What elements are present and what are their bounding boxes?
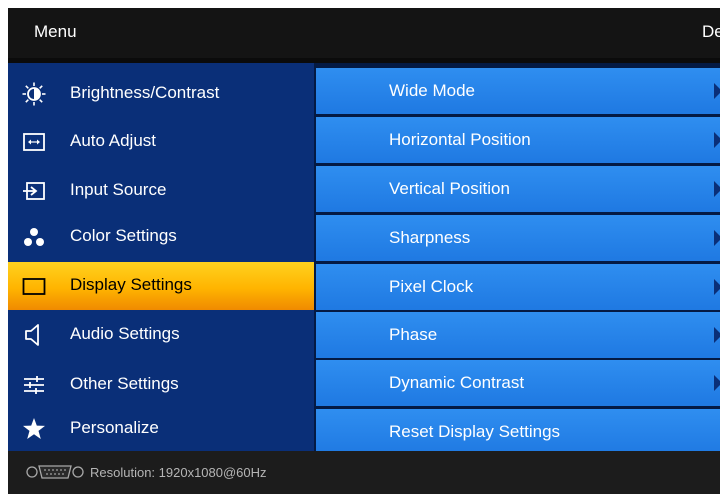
submenu-item-pixel-clock[interactable]: Pixel Clock [316, 264, 720, 310]
title-right-text: De [702, 22, 720, 41]
submenu-item-label: Dynamic Contrast [389, 373, 525, 392]
auto-adjust-icon [23, 133, 45, 151]
submenu-item-label: Phase [389, 325, 438, 344]
osd-menu: Menu De Brightness/Contrast Auto Adjust … [8, 8, 720, 494]
arrow-right-icon [714, 279, 720, 295]
submenu-item-phase[interactable]: Phase [316, 312, 720, 358]
menu-item-label: Auto Adjust [70, 131, 157, 150]
menu-item-label: Other Settings [70, 374, 179, 393]
submenu-item-dynamic-contrast[interactable]: Dynamic Contrast [316, 360, 720, 406]
submenu-item-label: Pixel Clock [389, 277, 474, 296]
arrow-right-icon [714, 83, 720, 99]
title-bar: Menu De [8, 8, 720, 58]
speaker-icon [25, 324, 39, 346]
submenu-item-vertical-position[interactable]: Vertical Position [316, 166, 720, 212]
menu-item-label: Audio Settings [70, 324, 180, 343]
menu-item-other-settings[interactable]: Other Settings [8, 361, 314, 409]
submenu-item-label: Vertical Position [389, 179, 510, 198]
arrow-right-icon [714, 230, 720, 246]
submenu-item-reset-display-settings[interactable]: Reset Display Settings [316, 409, 720, 455]
arrow-right-icon [714, 375, 720, 391]
menu-item-label: Personalize [70, 418, 159, 437]
resolution-text: Resolution: 1920x1080@60Hz [90, 465, 267, 480]
submenu-item-label: Sharpness [389, 228, 471, 247]
submenu-item-label: Reset Display Settings [389, 422, 561, 441]
submenu-item-label: Wide Mode [389, 81, 475, 100]
vga-connector-icon [26, 465, 84, 479]
submenu-item-horizontal-position[interactable]: Horizontal Position [316, 117, 720, 163]
menu-item-label: Input Source [70, 180, 167, 199]
star-icon [23, 418, 45, 439]
menu-item-input-source[interactable]: Input Source [8, 167, 314, 215]
main-menu: Brightness/Contrast Auto Adjust Input So… [8, 63, 314, 451]
submenu-item-sharpness[interactable]: Sharpness [316, 215, 720, 261]
color-dots-icon [24, 228, 44, 246]
status-bar: Resolution: 1920x1080@60Hz [8, 451, 720, 494]
submenu-item-label: Horizontal Position [389, 130, 531, 149]
menu-item-label: Display Settings [70, 275, 192, 294]
submenu-item-wide-mode[interactable]: Wide Mode [316, 68, 720, 114]
arrow-right-icon [714, 132, 720, 148]
menu-item-audio-settings[interactable]: Audio Settings [8, 311, 314, 359]
menu-item-brightness-contrast[interactable]: Brightness/Contrast [8, 70, 314, 118]
menu-item-color-settings[interactable]: Color Settings [8, 213, 314, 261]
arrow-right-icon [714, 181, 720, 197]
input-source-icon [23, 182, 45, 200]
menu-item-label: Color Settings [70, 226, 177, 245]
display-icon [22, 278, 46, 295]
arrow-right-icon [714, 327, 720, 343]
menu-item-personalize[interactable]: Personalize [8, 405, 314, 453]
menu-item-label: Brightness/Contrast [70, 83, 220, 102]
menu-title: Menu [34, 22, 77, 41]
menu-item-auto-adjust[interactable]: Auto Adjust [8, 118, 314, 166]
menu-item-display-settings[interactable]: Display Settings [8, 262, 314, 310]
submenu-panel: Wide Mode Horizontal Position Vertical P… [314, 63, 720, 455]
sliders-icon [24, 376, 44, 394]
sun-icon [22, 82, 46, 106]
